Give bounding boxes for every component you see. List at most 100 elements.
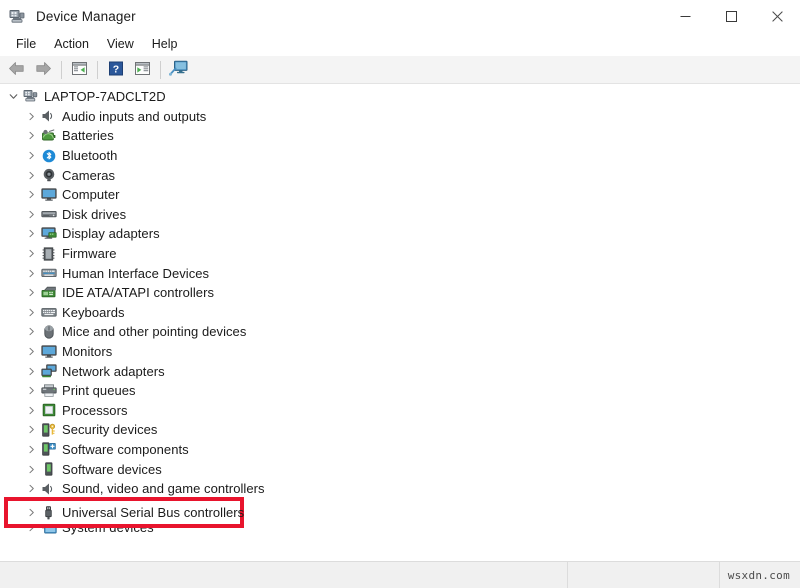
menu-help[interactable]: Help xyxy=(143,34,187,54)
tree-item-label: Batteries xyxy=(62,128,114,144)
monitor-scan-icon xyxy=(169,60,188,79)
chevron-right-icon[interactable] xyxy=(23,151,40,160)
chevron-right-icon[interactable] xyxy=(23,367,40,376)
tree-item-ide-ata-atapi-controllers[interactable]: IDE ATA/ATAPI controllers xyxy=(0,283,800,303)
close-button[interactable] xyxy=(754,0,800,32)
menu-file[interactable]: File xyxy=(7,34,45,54)
tree-item-label: Universal Serial Bus controllers xyxy=(62,505,245,521)
device-tree-pane[interactable]: LAPTOP-7ADCLT2D Audio inputs and outputs xyxy=(0,84,800,561)
watermark-label: wsxdn.com xyxy=(727,568,790,582)
tree-item-batteries[interactable]: Batteries xyxy=(0,126,800,146)
show-hide-console-tree-button[interactable] xyxy=(67,58,92,81)
chevron-down-icon[interactable] xyxy=(5,92,22,101)
scan-for-hardware-changes-button[interactable] xyxy=(166,58,191,81)
toolbar-separator-1 xyxy=(61,60,62,79)
tree-item-label: Audio inputs and outputs xyxy=(62,108,207,124)
display-adapter-icon xyxy=(40,226,57,242)
menu-action[interactable]: Action xyxy=(45,34,98,54)
status-bar: wsxdn.com xyxy=(0,561,800,588)
tree-item-label: Software devices xyxy=(62,461,162,477)
tree-item-software-devices[interactable]: Software devices xyxy=(0,459,800,479)
tree-item-label: Display adapters xyxy=(62,226,160,242)
maximize-button[interactable] xyxy=(708,0,754,32)
monitor-icon xyxy=(40,187,57,203)
chevron-right-icon[interactable] xyxy=(23,210,40,219)
network-adapter-icon xyxy=(40,363,57,379)
tree-item-label: Security devices xyxy=(62,422,158,438)
forward-button[interactable] xyxy=(31,58,56,81)
chevron-right-icon[interactable] xyxy=(23,445,40,454)
tree-item-keyboards[interactable]: Keyboards xyxy=(0,303,800,323)
status-pane-2 xyxy=(568,562,719,588)
security-device-icon xyxy=(40,422,57,438)
tree-item-monitors[interactable]: Monitors xyxy=(0,342,800,362)
properties-button[interactable] xyxy=(130,58,155,81)
disk-drive-icon xyxy=(40,206,57,222)
tree-item-bluetooth[interactable]: Bluetooth xyxy=(0,146,800,166)
chevron-right-icon[interactable] xyxy=(23,523,40,532)
tree-item-software-components[interactable]: Software components xyxy=(0,440,800,460)
firmware-chip-icon xyxy=(40,246,57,262)
chevron-right-icon[interactable] xyxy=(23,425,40,434)
menu-view[interactable]: View xyxy=(98,34,143,54)
chevron-right-icon[interactable] xyxy=(23,229,40,238)
tree-item-label: Cameras xyxy=(62,167,116,183)
chevron-right-icon[interactable] xyxy=(23,190,40,199)
tree-item-print-queues[interactable]: Print queues xyxy=(0,381,800,401)
tree-item-universal-serial-bus-controllers-visible[interactable]: Universal Serial Bus controllers xyxy=(0,503,244,523)
chevron-right-icon[interactable] xyxy=(23,327,40,336)
console-tree-icon xyxy=(71,61,88,79)
chevron-right-icon[interactable] xyxy=(23,484,40,493)
tree-item-label: Print queues xyxy=(62,383,136,399)
properties-icon xyxy=(134,61,151,79)
usb-icon xyxy=(40,505,57,521)
chevron-right-icon[interactable] xyxy=(23,249,40,258)
help-button[interactable]: ? xyxy=(103,58,128,81)
monitor-icon xyxy=(40,344,57,360)
tree-item-human-interface-devices[interactable]: Human Interface Devices xyxy=(0,263,800,283)
printer-icon xyxy=(40,383,57,399)
tree-root-row[interactable]: LAPTOP-7ADCLT2D xyxy=(0,87,800,107)
tree-item-label: Mice and other pointing devices xyxy=(62,324,247,340)
speaker-icon xyxy=(40,108,57,124)
tree-item-sound-video-and-game-controllers[interactable]: Sound, video and game controllers xyxy=(0,479,800,499)
chevron-right-icon[interactable] xyxy=(23,288,40,297)
tree-item-cameras[interactable]: Cameras xyxy=(0,165,800,185)
tree-item-mice-and-other-pointing-devices[interactable]: Mice and other pointing devices xyxy=(0,322,800,342)
tree-item-processors[interactable]: Processors xyxy=(0,401,800,421)
chevron-right-icon[interactable] xyxy=(23,347,40,356)
chevron-right-icon[interactable] xyxy=(23,308,40,317)
computer-node-icon xyxy=(22,89,39,105)
back-button[interactable] xyxy=(4,58,29,81)
chevron-right-icon[interactable] xyxy=(23,269,40,278)
chevron-right-icon[interactable] xyxy=(23,171,40,180)
tree-item-label: Monitors xyxy=(62,344,113,360)
tree-item-label: Bluetooth xyxy=(62,148,118,164)
tree-item-label: Network adapters xyxy=(62,363,165,379)
tree-item-disk-drives[interactable]: Disk drives xyxy=(0,205,800,225)
tree-item-label: IDE ATA/ATAPI controllers xyxy=(62,285,214,301)
minimize-button[interactable] xyxy=(662,0,708,32)
tree-root-label: LAPTOP-7ADCLT2D xyxy=(44,89,166,105)
window-controls xyxy=(662,0,800,32)
battery-icon xyxy=(40,128,57,144)
tree-item-firmware[interactable]: Firmware xyxy=(0,244,800,264)
tree-item-display-adapters[interactable]: Display adapters xyxy=(0,224,800,244)
tree-item-security-devices[interactable]: Security devices xyxy=(0,420,800,440)
hid-keyboard-icon xyxy=(40,265,57,281)
chevron-right-icon[interactable] xyxy=(23,131,40,140)
chevron-right-icon[interactable] xyxy=(23,406,40,415)
tree-item-computer[interactable]: Computer xyxy=(0,185,800,205)
chevron-right-icon[interactable] xyxy=(23,112,40,121)
tree-item-label: Sound, video and game controllers xyxy=(62,481,265,497)
svg-text:?: ? xyxy=(112,63,118,75)
menu-bar: File Action View Help xyxy=(0,32,800,56)
chevron-right-icon[interactable] xyxy=(23,465,40,474)
chevron-right-icon[interactable] xyxy=(23,386,40,395)
speaker-icon xyxy=(40,481,57,497)
tree-item-label: Processors xyxy=(62,402,128,418)
tree-item-label: Disk drives xyxy=(62,206,127,222)
tree-item-audio-inputs-and-outputs[interactable]: Audio inputs and outputs xyxy=(0,107,800,127)
chevron-right-icon[interactable] xyxy=(23,508,40,517)
tree-item-network-adapters[interactable]: Network adapters xyxy=(0,361,800,381)
